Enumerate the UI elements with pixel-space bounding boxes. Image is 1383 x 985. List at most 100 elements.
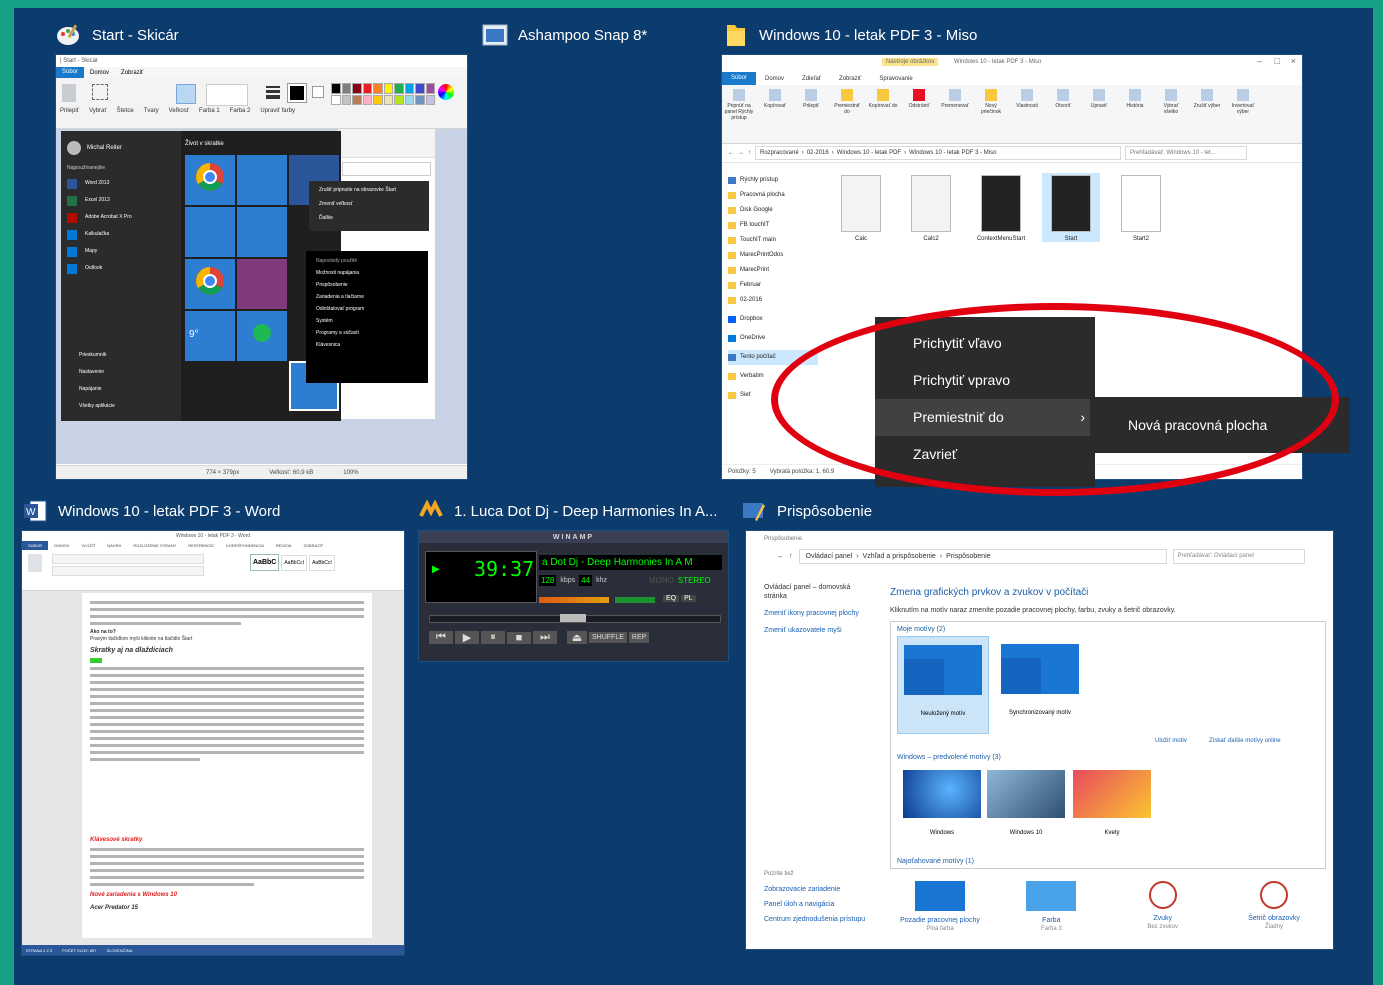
palette-swatch[interactable] [404, 83, 414, 94]
pause-icon[interactable]: ⏸ [481, 631, 505, 644]
task-view-thumb-snap[interactable]: Ashampoo Snap 8* [482, 22, 647, 48]
nav-item[interactable]: TouchIT main [728, 233, 818, 248]
personalization-setting[interactable]: Pozadie pracovnej plochy Plná farba [890, 881, 990, 932]
tile-evernote[interactable] [185, 207, 235, 257]
nav-item[interactable]: 02-2016 [728, 293, 818, 308]
forward-icon[interactable]: → [776, 553, 783, 560]
word-document-page[interactable]: Ako na to? Pravým tlačidlom myši kliknit… [82, 593, 372, 938]
ctx-unpin[interactable]: Zrušiť pripnutie na obrazovke Štart [309, 181, 429, 199]
breadcrumb-item[interactable]: Windows 10 - letak PDF [837, 150, 901, 156]
word-tab[interactable]: ROZLOŽENIE STRANY [127, 541, 182, 550]
ctx-resize[interactable]: Zmeniť veľkosť [309, 199, 429, 209]
close-icon[interactable]: × [1291, 56, 1296, 66]
edit-colors-icon[interactable] [438, 84, 454, 100]
back-icon[interactable]: ← [728, 150, 734, 156]
see-also-link[interactable]: Zobrazovacie zariadenie [764, 885, 874, 894]
tile-onenote[interactable] [237, 259, 287, 309]
tile-salamander[interactable] [237, 207, 287, 257]
winamp-volume[interactable] [539, 597, 609, 603]
file-thumbnail[interactable]: ContextMenuStart [972, 173, 1030, 242]
nav-item[interactable]: Dropbox [728, 312, 818, 327]
winx-menu-item[interactable]: Naposledy použité [306, 255, 428, 267]
size-icon[interactable] [266, 84, 280, 99]
shapes-gallery[interactable] [206, 84, 248, 106]
breadcrumb-item[interactable]: Rozpracované [760, 150, 799, 156]
tab-file[interactable]: Súbor [722, 72, 757, 85]
start-tile-context-menu[interactable]: Zrušiť pripnutie na obrazovke Štart Zmen… [309, 181, 429, 231]
tile-weather[interactable]: 9° [185, 311, 235, 361]
palette-swatch[interactable] [373, 83, 383, 94]
stop-icon[interactable]: ■ [507, 631, 531, 644]
word-window[interactable]: Windows 10 - letak PDF 3 - Word SÚBOR DOM… [22, 531, 404, 955]
left-link[interactable]: Zmeniť ukazovatele myši [764, 626, 874, 635]
paste-icon[interactable] [62, 84, 76, 102]
ribbon-button[interactable]: Upraviť [1084, 89, 1114, 121]
personalization-setting[interactable]: Farba Farba 3 [1001, 881, 1101, 932]
ribbon-button[interactable]: História [1120, 89, 1150, 121]
word-tab[interactable]: REVÍZIA [270, 541, 298, 550]
nav-item[interactable]: MarecPrint [728, 263, 818, 278]
tab-share[interactable]: Zdieľať [793, 76, 830, 82]
see-also-link[interactable]: Panel úloh a navigácia [764, 900, 874, 909]
nav-item[interactable]: FB touchIT [728, 218, 818, 233]
breadcrumb-item[interactable]: Prispôsobenie [946, 553, 990, 560]
word-tab[interactable]: VLOŽIŤ [75, 541, 101, 550]
breadcrumb[interactable]: Rozpracované › 02-2016 › Windows 10 - letak … [755, 146, 1121, 160]
forward-icon[interactable]: → [738, 150, 744, 156]
winx-menu-item[interactable]: Možnosti napájania [306, 267, 428, 279]
thumb-title-personal[interactable]: Prispôsobenie [741, 498, 872, 524]
breadcrumb-item[interactable]: Windows 10 - letak PDF 3 - Miso [909, 150, 996, 156]
maximize-icon[interactable]: □ [1275, 56, 1280, 66]
theme-windows[interactable]: Windows [897, 764, 987, 844]
word-tab[interactable]: NÁVRH [101, 541, 127, 550]
thumb-title-word[interactable]: W Windows 10 - letak PDF 3 - Word [22, 498, 280, 524]
personalization-setting[interactable]: Zvuky Bez zvukov [1113, 881, 1213, 932]
tab-manage[interactable]: Spravovanie [870, 76, 921, 82]
ribbon-button[interactable]: Prilepiť [796, 89, 826, 121]
ribbon-button[interactable]: Vybrať všetko [1156, 89, 1186, 121]
palette-swatch[interactable] [425, 83, 435, 94]
ribbon-button[interactable]: Kopírovať [760, 89, 790, 121]
nav-item[interactable]: Disk Google [728, 203, 818, 218]
file-thumbnail[interactable]: Start [1042, 173, 1100, 242]
start-app-item[interactable]: Adobe Acrobat X Pro [67, 209, 132, 226]
color-palette[interactable] [331, 83, 435, 105]
word-tab[interactable]: DOMOV [48, 541, 75, 550]
palette-swatch[interactable] [425, 94, 435, 105]
paint-tab-view[interactable]: Zobraziť [115, 70, 149, 76]
palette-swatch[interactable] [394, 83, 404, 94]
play-icon[interactable]: ▶ [455, 631, 479, 644]
nav-item[interactable]: Rýchly prístup [728, 173, 818, 188]
start-app-item[interactable]: Kalkulačka [67, 226, 132, 243]
shuffle-button[interactable]: SHUFFLE [589, 632, 627, 643]
thumb-title-explorer[interactable]: Windows 10 - letak PDF 3 - Miso [723, 22, 977, 48]
word-tab[interactable]: ZOBRAZIŤ [297, 541, 329, 550]
file-thumbnail[interactable]: Start2 [1112, 173, 1170, 242]
eject-icon[interactable]: ⏏ [567, 631, 587, 644]
palette-swatch[interactable] [362, 83, 372, 94]
pl-toggle[interactable]: PL [681, 595, 696, 602]
palette-swatch[interactable] [415, 94, 425, 105]
breadcrumb[interactable]: Ovládací panel › Vzhľad a prispôsobenie › Pr… [798, 548, 1167, 564]
color1-swatch[interactable] [287, 83, 307, 103]
breadcrumb-item[interactable]: 02-2016 [807, 150, 829, 156]
see-also-link[interactable]: Centrum zjednodušenia prístupu [764, 915, 874, 924]
ribbon-button[interactable]: Vlastnosti [1012, 89, 1042, 121]
word-format-controls[interactable] [52, 566, 204, 576]
winx-menu-item[interactable]: Prispôsobenie [306, 279, 428, 291]
winx-menu-item[interactable]: Programy a súčasti [306, 327, 428, 339]
paint-tab-home[interactable]: Domov [84, 70, 115, 76]
online-themes-link[interactable]: Získať ďalšie motívy online [1209, 738, 1281, 744]
save-theme-link[interactable]: Uložiť motív [1155, 738, 1187, 744]
palette-swatch[interactable] [383, 94, 393, 105]
start-bottom-item[interactable]: Napájanie [67, 381, 115, 398]
tile-spotify[interactable] [237, 311, 287, 361]
start-bottom-item[interactable]: Všetky aplikácie [67, 398, 115, 415]
ribbon-button[interactable]: Premenovať [940, 89, 970, 121]
theme-windows-10[interactable]: Windows 10 [981, 764, 1071, 844]
winamp-balance[interactable] [615, 597, 655, 603]
nav-item[interactable]: OneDrive [728, 331, 818, 346]
up-icon[interactable]: ↑ [789, 553, 793, 560]
word-paste-icon[interactable] [28, 554, 42, 572]
palette-swatch[interactable] [373, 94, 383, 105]
